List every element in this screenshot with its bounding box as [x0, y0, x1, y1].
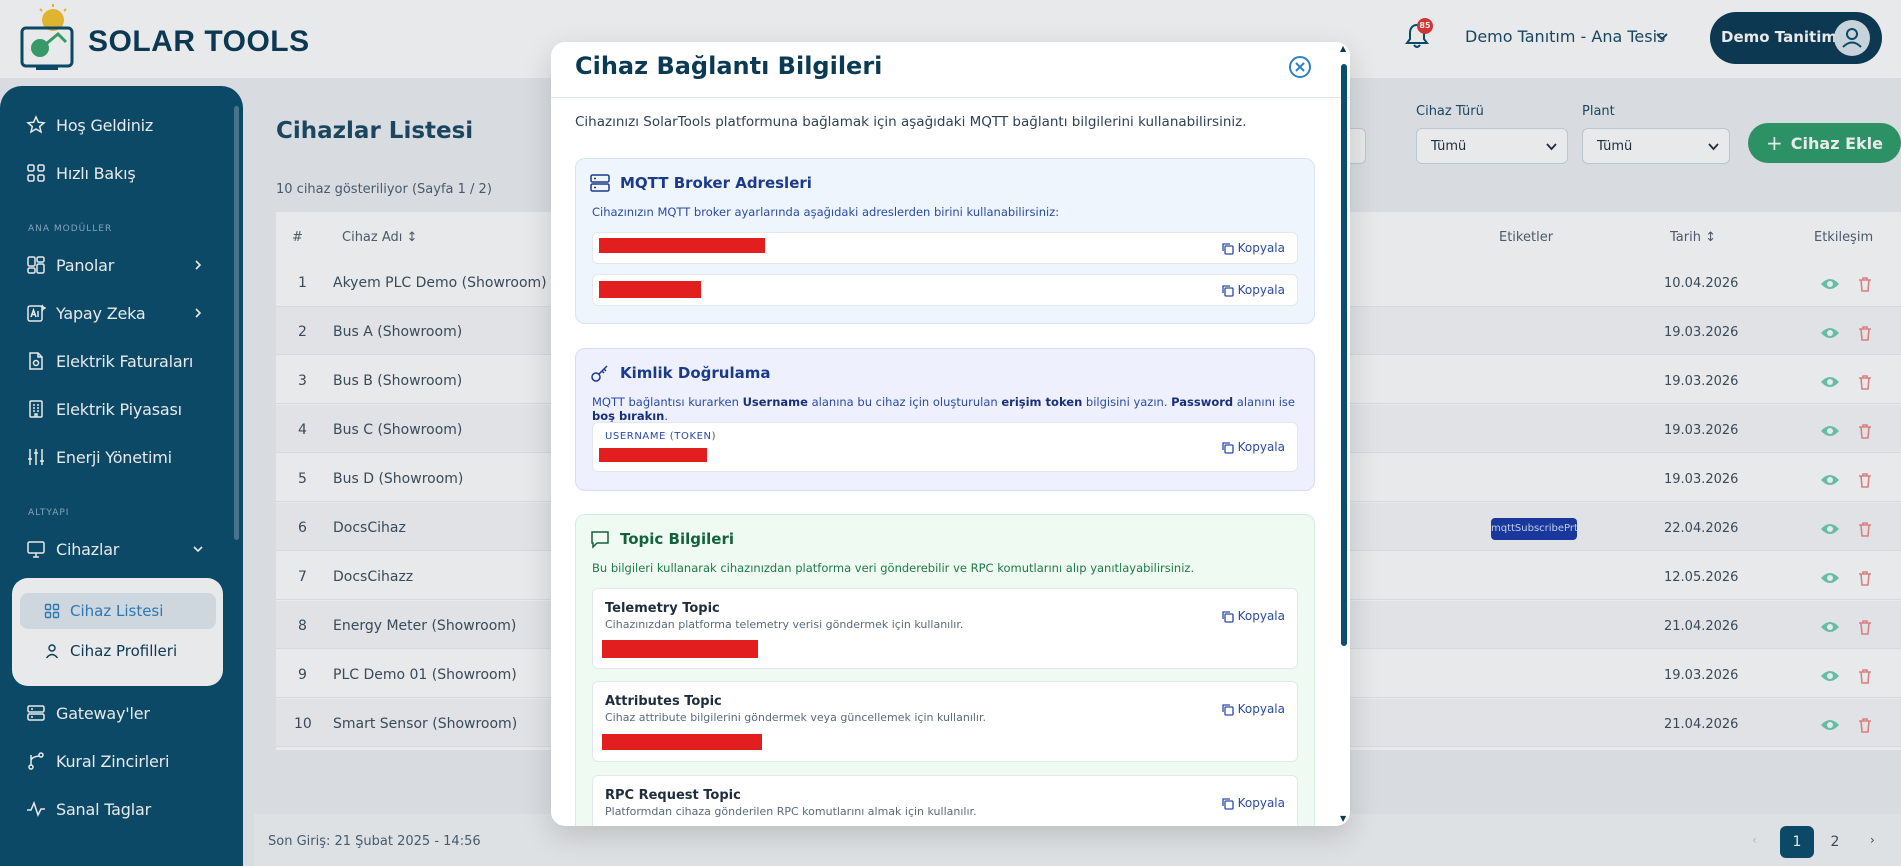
broker-address-field-1: Kopyala [592, 232, 1298, 264]
topic-title: Attributes Topic [605, 694, 722, 709]
server-icon [590, 174, 610, 192]
topic-desc: Cihaz attribute bilgilerini göndermek ve… [605, 711, 986, 724]
redacted-value [599, 238, 765, 253]
copy-button[interactable]: Kopyala [1221, 702, 1285, 716]
key-icon [591, 365, 608, 382]
copy-label: Kopyala [1237, 440, 1285, 454]
attributes-topic-card: Attributes Topic Cihaz attribute bilgile… [592, 681, 1298, 762]
copy-label: Kopyala [1237, 796, 1285, 810]
copy-label: Kopyala [1237, 702, 1285, 716]
token-field-label: USERNAME (TOKEN) [605, 431, 717, 442]
token-field: USERNAME (TOKEN) Kopyala [592, 422, 1298, 472]
broker-panel-desc: Cihazınızın MQTT broker ayarlarında aşağ… [592, 205, 1060, 219]
auth-panel-desc: MQTT bağlantısı kurarken Username alanın… [592, 395, 1295, 423]
redacted-value [599, 281, 701, 298]
redacted-value [599, 448, 707, 462]
topics-panel-title: Topic Bilgileri [620, 530, 734, 548]
broker-panel-title: MQTT Broker Adresleri [620, 174, 812, 192]
redacted-value [602, 734, 762, 750]
topic-desc: Platformdan cihaza gönderilen RPC komutl… [605, 805, 977, 818]
redacted-value [602, 640, 758, 658]
telemetry-topic-card: Telemetry Topic Cihazınızdan platforma t… [592, 588, 1298, 669]
copy-label: Kopyala [1237, 283, 1285, 297]
copy-icon [1221, 797, 1234, 810]
modal-title: Cihaz Bağlantı Bilgileri [575, 52, 883, 80]
copy-label: Kopyala [1237, 609, 1285, 623]
copy-icon [1221, 610, 1234, 623]
copy-button[interactable]: Kopyala [1221, 440, 1285, 454]
copy-label: Kopyala [1237, 241, 1285, 255]
message-icon [591, 531, 609, 549]
copy-button[interactable]: Kopyala [1221, 283, 1285, 297]
topics-panel-desc: Bu bilgileri kullanarak cihazınızdan pla… [592, 561, 1195, 575]
topic-title: RPC Request Topic [605, 788, 741, 803]
copy-icon [1221, 242, 1234, 255]
scroll-up-arrow[interactable]: ▲ [1340, 44, 1346, 53]
copy-icon [1221, 284, 1234, 297]
scroll-down-arrow[interactable]: ▼ [1340, 814, 1346, 823]
modal-intro-text: Cihazınızı SolarTools platformuna bağlam… [575, 114, 1247, 130]
modal-divider [551, 97, 1350, 98]
device-connection-modal: Cihaz Bağlantı Bilgileri ▲ ▼ Cihazınızı … [551, 42, 1350, 826]
close-icon[interactable] [1287, 54, 1313, 80]
topics-panel: Topic Bilgileri Bu bilgileri kullanarak … [575, 514, 1315, 826]
copy-button[interactable]: Kopyala [1221, 241, 1285, 255]
auth-panel: Kimlik Doğrulama MQTT bağlantısı kurarke… [575, 348, 1315, 491]
broker-address-field-2: Kopyala [592, 274, 1298, 306]
broker-panel: MQTT Broker Adresleri Cihazınızın MQTT b… [575, 158, 1315, 324]
copy-icon [1221, 703, 1234, 716]
topic-desc: Cihazınızdan platforma telemetry verisi … [605, 618, 964, 631]
topic-title: Telemetry Topic [605, 601, 720, 616]
copy-button[interactable]: Kopyala [1221, 796, 1285, 810]
rpc-request-topic-card: RPC Request Topic Platformdan cihaza gön… [592, 775, 1298, 826]
modal-scrollbar-thumb[interactable] [1341, 64, 1347, 646]
copy-icon [1221, 441, 1234, 454]
copy-button[interactable]: Kopyala [1221, 609, 1285, 623]
auth-panel-title: Kimlik Doğrulama [620, 364, 771, 382]
